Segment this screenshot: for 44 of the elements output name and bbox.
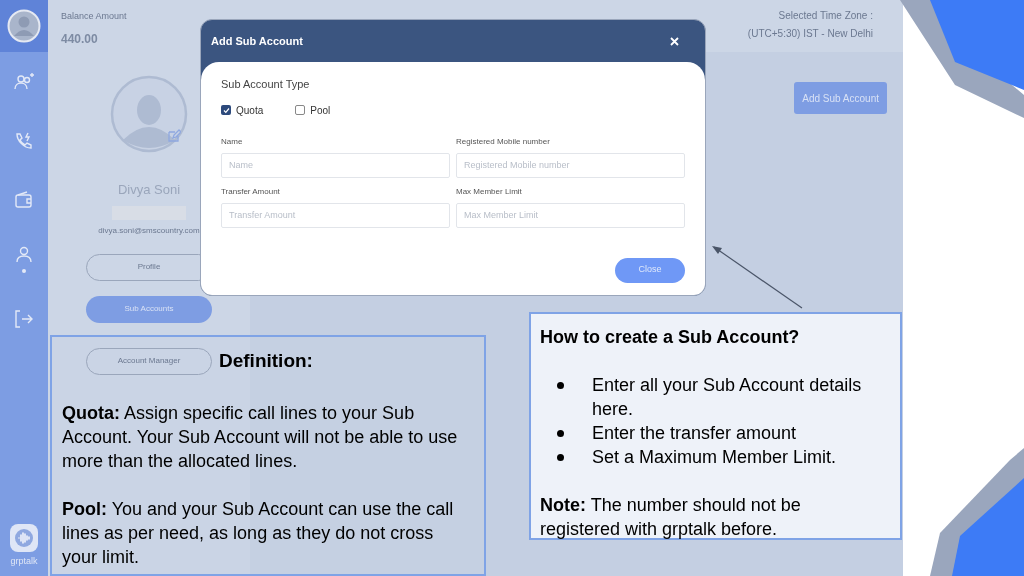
checkbox[interactable] — [295, 105, 306, 115]
input-field[interactable]: Registered Mobile number — [456, 152, 685, 178]
instructions-title: How to create a Sub Account? — [540, 326, 801, 349]
profile-email: divya.soni@smscountry.com — [98, 224, 200, 237]
field-label: Name — [221, 135, 244, 148]
input-field[interactable]: Max Member Limit — [456, 202, 685, 228]
timezone-value: (UTC+5:30) IST - New Delhi — [747, 27, 873, 41]
avatar-icon[interactable] — [7, 9, 41, 43]
profile-avatar-icon — [109, 74, 189, 154]
logout-icon[interactable] — [13, 307, 35, 328]
bullet-icon — [557, 382, 564, 389]
balance-label: Balance Amount — [61, 10, 127, 23]
edit-icon[interactable] — [167, 129, 181, 143]
section-label: Sub Account Type — [221, 77, 311, 92]
checkbox-label: Quota — [236, 103, 264, 118]
add-sub-account-button[interactable]: Add Sub Account — [794, 82, 887, 114]
close-icon[interactable] — [670, 36, 679, 46]
field-label: Max Member Limit — [456, 185, 523, 198]
user-icon[interactable] — [13, 244, 35, 265]
instruction-item: Enter all your Sub Account details here. — [592, 374, 863, 421]
input-field[interactable]: Transfer Amount — [221, 202, 450, 228]
balance-amount: 440.00 — [61, 30, 99, 48]
phone-icon[interactable] — [13, 130, 35, 151]
definition-text: Pool: You and your Sub Account can use the call lines as per need, as long as they do not cross your limit. — [62, 497, 455, 569]
instruction-item: Set a Maximum Member Limit. — [592, 446, 837, 469]
bullet-icon — [557, 430, 564, 437]
profile-menu-button[interactable]: Sub Accounts — [86, 295, 212, 323]
definition-text: Quota: Assign specific call lines to your Sub Account. Your Sub Account will not be able to use more than the allocated lines. — [62, 401, 459, 473]
instruction-item: Enter the transfer amount — [592, 422, 797, 445]
timezone-label: Selected Time Zone : — [778, 9, 873, 23]
definition-title: Definition: — [219, 349, 313, 373]
close-button[interactable]: Close — [615, 257, 685, 283]
checkbox-label: Pool — [310, 103, 331, 118]
add-user-icon[interactable] — [13, 71, 35, 92]
bullet-icon — [557, 454, 564, 461]
modal-title: Add Sub Account — [211, 33, 303, 49]
logo-icon — [9, 522, 39, 553]
note-text: Note: The number should not be registered with grptalk before. — [540, 494, 802, 541]
wallet-icon[interactable] — [13, 189, 35, 210]
field-label: Registered Mobile number — [456, 135, 551, 148]
field-label: Transfer Amount — [221, 185, 281, 198]
logo-text: grptalk — [10, 554, 38, 568]
checkbox[interactable] — [221, 105, 231, 115]
input-field[interactable]: Name — [221, 152, 450, 178]
